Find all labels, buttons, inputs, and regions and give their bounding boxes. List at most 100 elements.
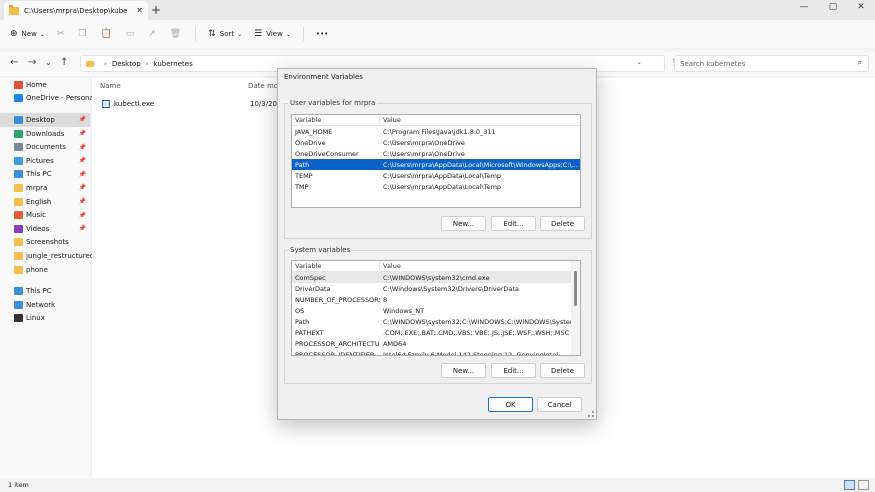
home-icon [14, 80, 23, 89]
sidebar-item-phone[interactable]: phone [0, 263, 90, 277]
tab-kubernetes[interactable]: C:\Users\mrpra\Desktop\kube ✕ [4, 1, 148, 20]
scrollbar[interactable] [571, 261, 580, 355]
system-delete-button[interactable]: Delete [540, 363, 585, 378]
ok-button[interactable]: OK [488, 397, 533, 412]
sidebar-item-music[interactable]: Music 📌 [0, 208, 90, 222]
column-header-variable[interactable]: Variable [292, 262, 380, 270]
file-row[interactable]: kubectl.exe 10/3/202 [102, 100, 281, 108]
pin-icon[interactable]: 📌 [79, 212, 86, 219]
table-row[interactable]: PATHEXT .COM;.EXE;.BAT;.CMD;.VBS;.VBE;.JS… [292, 327, 580, 338]
back-arrow-icon[interactable]: ← [10, 57, 18, 68]
pin-icon[interactable]: 📌 [79, 171, 86, 178]
user-edit-button[interactable]: Edit... [491, 216, 536, 231]
view-button[interactable]: ☰ View ⌄ [254, 29, 291, 39]
sidebar-item-this-pc[interactable]: This PC [0, 284, 90, 298]
sidebar-item-home[interactable]: Home [0, 78, 90, 92]
table-row[interactable]: Path C:\Users\mrpra\AppData\Local\Microso… [292, 159, 580, 170]
delete-icon[interactable]: 🗑 [170, 29, 181, 39]
user-variables-list[interactable]: Variable Value JAVA_HOME C:\Program Files\J… [291, 114, 581, 208]
sidebar-item-label: Pictures [26, 156, 54, 165]
share-icon[interactable]: ↗ [148, 29, 156, 39]
table-row[interactable]: PROCESSOR_ARCHITECTU... AMD64 [292, 338, 580, 349]
pin-icon[interactable]: 📌 [79, 184, 86, 191]
system-new-button[interactable]: New... [441, 363, 486, 378]
table-row[interactable]: TEMP C:\Users\mrpra\AppData\Local\Temp [292, 170, 580, 181]
sidebar-item-videos[interactable]: Videos 📌 [0, 222, 90, 236]
sidebar-item-screenshots[interactable]: Screenshots [0, 236, 90, 250]
column-header-variable[interactable]: Variable [292, 116, 380, 124]
table-row[interactable]: ComSpec C:\WINDOWS\system32\cmd.exe [292, 272, 580, 283]
pin-icon[interactable]: 📌 [79, 130, 86, 137]
item-count: 1 item [8, 481, 29, 489]
pin-icon[interactable]: 📌 [79, 116, 86, 123]
sidebar-item-linux[interactable]: Linux [0, 312, 90, 326]
sort-button[interactable]: ⇅ Sort ⌄ [208, 29, 242, 39]
more-button[interactable]: ••• [316, 30, 328, 38]
sort-label: Sort [219, 30, 235, 38]
sidebar-item-desktop[interactable]: Desktop 📌 [0, 113, 90, 127]
recent-chevron-icon[interactable]: ⌄ [45, 58, 52, 67]
table-row[interactable]: NUMBER_OF_PROCESSORS 8 [292, 294, 580, 305]
table-row[interactable]: OS Windows_NT [292, 305, 580, 316]
table-row[interactable]: TMP C:\Users\mrpra\AppData\Local\Temp [292, 181, 580, 192]
system-variables-list[interactable]: Variable Value ComSpec C:\WINDOWS\system32\… [291, 260, 581, 356]
sidebar-item-network[interactable]: Network [0, 298, 90, 312]
column-header-value[interactable]: Value [380, 262, 580, 270]
sidebar-item-jungle-restructured[interactable]: jungle_restructured [0, 249, 94, 263]
paste-icon[interactable]: 📋 [100, 29, 111, 39]
cut-icon[interactable]: ✂ [57, 29, 65, 39]
column-header-date[interactable]: Date mo [248, 82, 278, 90]
breadcrumb-desktop[interactable]: Desktop [112, 60, 141, 68]
videos-icon [14, 224, 23, 233]
table-row[interactable]: Path C:\WINDOWS\system32;C:\WINDOWS;C:\WI… [292, 316, 580, 327]
variable-value: C:\Users\mrpra\OneDrive [383, 149, 465, 158]
maximize-button[interactable]: ▢ [821, 2, 845, 12]
user-delete-button[interactable]: Delete [540, 216, 585, 231]
pin-icon[interactable]: 📌 [79, 225, 86, 232]
documents-icon [14, 143, 23, 152]
details-view-icon[interactable] [844, 480, 855, 490]
user-new-button[interactable]: New... [441, 216, 486, 231]
breadcrumb-kubernetes[interactable]: kubernetes [154, 60, 193, 68]
forward-arrow-icon[interactable]: → [28, 57, 36, 68]
pin-icon[interactable]: 📌 [79, 144, 86, 151]
copy-icon[interactable]: ❐ [78, 29, 86, 39]
close-tab-icon[interactable]: ✕ [136, 6, 143, 15]
scrollbar-thumb[interactable] [574, 271, 577, 306]
table-row[interactable]: DriverData C:\Windows\System32\Drivers\Dr… [292, 283, 580, 294]
sidebar-item-mrpra[interactable]: mrpra 📌 [0, 181, 90, 195]
variable-name: OneDriveConsumer [295, 149, 359, 158]
sidebar-item-english[interactable]: English 📌 [0, 195, 90, 209]
rename-icon[interactable]: ▭ [126, 29, 135, 39]
cancel-button[interactable]: Cancel [537, 397, 582, 412]
variable-value: C:\Users\mrpra\AppData\Local\Microsoft\W… [383, 160, 578, 169]
table-row[interactable]: PROCESSOR_IDENTIFIER Intel64 Family 6 Mod… [292, 349, 580, 356]
system-edit-button[interactable]: Edit... [491, 363, 536, 378]
list-header: Variable Value [292, 261, 580, 272]
chevron-down-icon[interactable]: ⌄ [636, 58, 642, 66]
sidebar-item-downloads[interactable]: Downloads 📌 [0, 127, 90, 141]
table-row[interactable]: OneDrive C:\Users\mrpra\OneDrive [292, 137, 580, 148]
new-button[interactable]: ⊕ New ⌄ [10, 29, 45, 39]
sidebar-item-pictures[interactable]: Pictures 📌 [0, 154, 90, 168]
variable-value: .COM;.EXE;.BAT;.CMD;.VBS;.VBE;.JS;.JSE;.… [383, 328, 570, 337]
pin-icon[interactable]: 📌 [79, 157, 86, 164]
resize-grip[interactable] [588, 411, 594, 417]
sidebar-item-this-pc[interactable]: This PC 📌 [0, 168, 90, 182]
variable-value: C:\Users\mrpra\AppData\Local\Temp [383, 182, 502, 191]
close-window-button[interactable]: ✕ [849, 2, 873, 12]
column-header-name[interactable]: Name [100, 82, 121, 90]
search-box[interactable]: Search kubernetes ⌕ [674, 55, 869, 72]
search-icon[interactable]: ⌕ [858, 58, 862, 68]
new-tab-button[interactable]: + [151, 3, 161, 17]
up-arrow-icon[interactable]: ↑ [60, 57, 68, 68]
sidebar-item-label: OneDrive - Personal [26, 94, 96, 103]
table-row[interactable]: OneDriveConsumer C:\Users\mrpra\OneDrive [292, 148, 580, 159]
minimize-button[interactable]: — [792, 2, 816, 12]
table-row[interactable]: JAVA_HOME C:\Program Files\Java\jdk1.8.0_… [292, 126, 580, 137]
column-header-value[interactable]: Value [380, 116, 580, 124]
sidebar-item-onedrive-personal[interactable]: OneDrive - Personal [0, 92, 96, 106]
tiles-view-icon[interactable] [858, 480, 869, 490]
sidebar-item-documents[interactable]: Documents 📌 [0, 140, 90, 154]
pin-icon[interactable]: 📌 [79, 198, 86, 205]
